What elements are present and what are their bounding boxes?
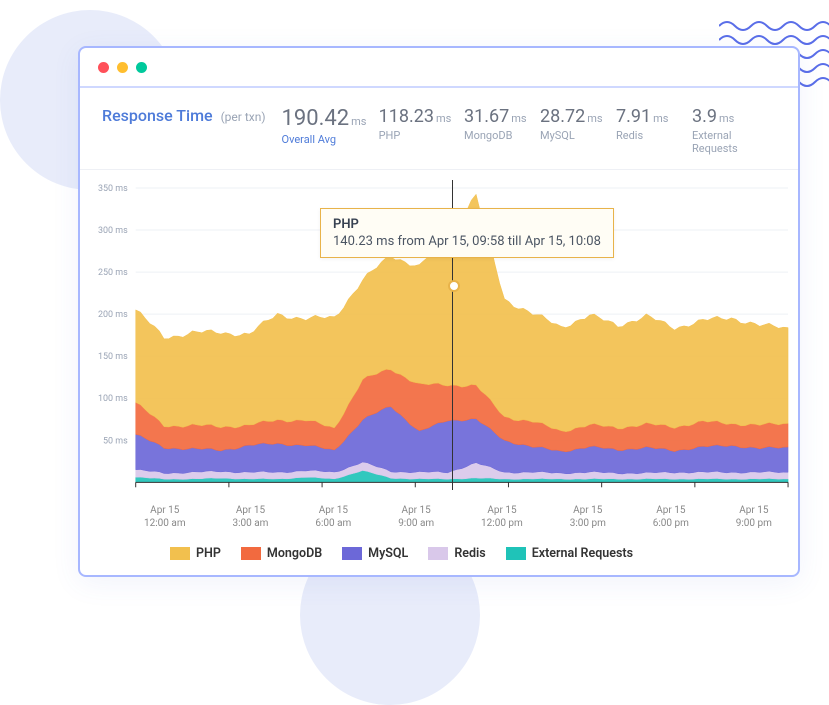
svg-text:100 ms: 100 ms bbox=[98, 394, 128, 404]
x-tick: Apr 156:00 am bbox=[315, 504, 351, 530]
title-main: Response Time bbox=[102, 106, 213, 125]
svg-text:50 ms: 50 ms bbox=[103, 436, 128, 446]
legend-item-php[interactable]: PHP bbox=[170, 546, 221, 561]
svg-text:200 ms: 200 ms bbox=[98, 310, 128, 320]
legend-item-redis[interactable]: Redis bbox=[428, 546, 485, 561]
minimize-icon[interactable] bbox=[117, 62, 128, 73]
x-tick: Apr 159:00 pm bbox=[736, 504, 772, 530]
window-titlebar bbox=[80, 48, 798, 88]
legend-item-mongodb[interactable]: MongoDB bbox=[241, 546, 322, 561]
page-title: Response Time (per txn) bbox=[102, 106, 266, 125]
metric-mysql[interactable]: 28.72msMySQL bbox=[540, 106, 600, 142]
metric-php[interactable]: 118.23msPHP bbox=[379, 106, 448, 142]
x-tick: Apr 1512:00 am bbox=[144, 504, 186, 530]
chart-area[interactable]: PHP 140.23 ms from Apr 15, 09:58 till Ap… bbox=[80, 170, 798, 530]
maximize-icon[interactable] bbox=[136, 62, 147, 73]
x-tick: Apr 159:00 am bbox=[398, 504, 434, 530]
legend-item-mysql[interactable]: MySQL bbox=[342, 546, 408, 561]
svg-text:350 ms: 350 ms bbox=[98, 184, 128, 194]
metric-redis[interactable]: 7.91msRedis bbox=[616, 106, 676, 142]
legend-item-external-requests[interactable]: External Requests bbox=[506, 546, 633, 561]
svg-text:150 ms: 150 ms bbox=[98, 352, 128, 362]
x-tick: Apr 153:00 pm bbox=[570, 504, 606, 530]
metric-mongodb[interactable]: 31.67msMongoDB bbox=[464, 106, 524, 142]
legend-swatch bbox=[342, 547, 362, 560]
chart-tooltip: PHP 140.23 ms from Apr 15, 09:58 till Ap… bbox=[320, 208, 614, 258]
x-tick: Apr 156:00 pm bbox=[653, 504, 689, 530]
chart-legend: PHP MongoDB MySQL Redis External Requests bbox=[80, 530, 798, 561]
metric-external-requests[interactable]: 3.9msExternal Requests bbox=[692, 106, 776, 155]
legend-swatch bbox=[170, 547, 190, 560]
metrics-header: Response Time (per txn) 190.42msOverall … bbox=[80, 106, 798, 170]
close-icon[interactable] bbox=[98, 62, 109, 73]
x-tick: Apr 1512:00 pm bbox=[481, 504, 523, 530]
svg-text:300 ms: 300 ms bbox=[98, 226, 128, 236]
x-axis-labels: Apr 1512:00 am Apr 153:00 am Apr 156:00 am… bbox=[80, 500, 798, 530]
legend-swatch bbox=[428, 547, 448, 560]
metric-overall-avg[interactable]: 190.42msOverall Avg bbox=[282, 106, 363, 146]
title-subtitle: (per txn) bbox=[221, 110, 266, 124]
tooltip-title: PHP bbox=[333, 217, 601, 232]
legend-swatch bbox=[241, 547, 261, 560]
x-tick: Apr 153:00 am bbox=[232, 504, 268, 530]
legend-swatch bbox=[506, 547, 526, 560]
app-window: Response Time (per txn) 190.42msOverall … bbox=[78, 46, 800, 577]
tooltip-body: 140.23 ms from Apr 15, 09:58 till Apr 15… bbox=[333, 234, 601, 249]
svg-text:250 ms: 250 ms bbox=[98, 268, 128, 278]
